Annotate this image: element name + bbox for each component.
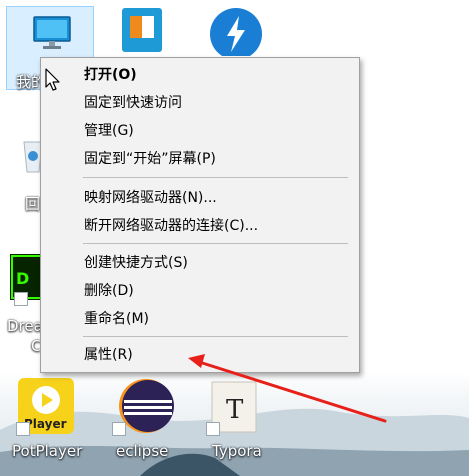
menu-item-map-network-drive[interactable]: 映射网络驱动器(N)... (43, 185, 357, 211)
potplayer-label: PotPlayer (12, 442, 83, 460)
typora-tile-text: T (226, 395, 244, 425)
menu-separator (83, 177, 348, 178)
desktop-icon-typora[interactable]: T Typora (204, 376, 284, 471)
menu-item-open[interactable]: 打开(O) (43, 62, 357, 88)
menu-item-manage[interactable]: 管理(G) (43, 118, 357, 144)
desktop-icon-lightning-app[interactable] (205, 6, 267, 60)
shortcut-arrow-icon (16, 422, 30, 436)
context-menu: 打开(O) 固定到快速访问 管理(G) 固定到“开始”屏幕(P) 映射网络驱动器… (40, 57, 360, 373)
monitor-icon (33, 16, 71, 49)
vm-app-icon (122, 8, 162, 52)
desktop-icon-recycle-bin[interactable]: 回 (10, 128, 43, 213)
lightning-icon (210, 8, 262, 60)
shortcut-arrow-icon (14, 292, 28, 306)
menu-item-disconnect-network-drive[interactable]: 断开网络驱动器的连接(C)... (43, 213, 357, 239)
desktop-icon-dreamweaver[interactable]: D Drea C (0, 250, 46, 360)
menu-separator (83, 336, 348, 337)
typora-label: Typora (212, 442, 262, 460)
menu-separator (83, 243, 348, 244)
desktop-icon-potplayer[interactable]: Player PotPlayer (10, 376, 100, 471)
menu-item-properties[interactable]: 属性(R) (43, 342, 357, 368)
menu-item-create-shortcut[interactable]: 创建快捷方式(S) (43, 250, 357, 276)
svg-text:D: D (16, 269, 29, 288)
mouse-cursor-icon (45, 68, 60, 91)
potplayer-tile-text: Player (24, 417, 67, 431)
desktop: 我的 回 D Drea C Player PotPlayer eclipse T… (0, 0, 469, 476)
menu-item-delete[interactable]: 删除(D) (43, 278, 357, 304)
shortcut-arrow-icon (206, 422, 220, 436)
menu-item-rename[interactable]: 重命名(M) (43, 306, 357, 332)
recycle-bin-label: 回 (25, 195, 41, 213)
desktop-icon-eclipse[interactable]: eclipse (110, 376, 190, 471)
shortcut-arrow-icon (112, 422, 126, 436)
desktop-icon-vm-app[interactable] (112, 6, 172, 56)
dreamweaver-label: Drea (7, 317, 43, 335)
menu-item-pin-quick-access[interactable]: 固定到快速访问 (43, 90, 357, 116)
menu-item-pin-start[interactable]: 固定到“开始”屏幕(P) (43, 146, 357, 172)
eclipse-label: eclipse (116, 442, 169, 460)
